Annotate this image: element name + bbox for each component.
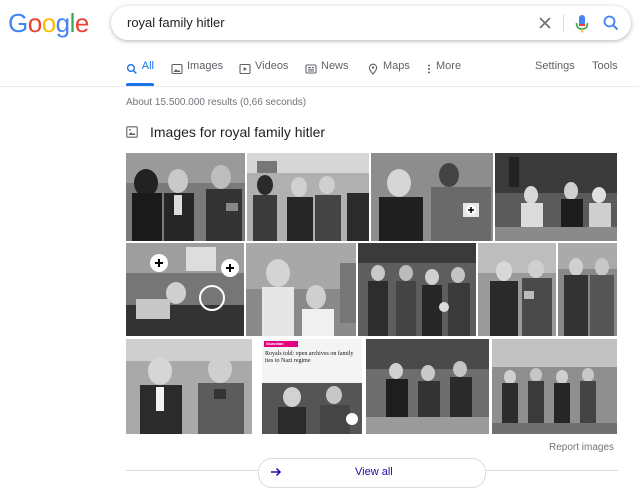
tab-more[interactable]: More xyxy=(426,60,461,86)
tab-label: More xyxy=(436,60,462,72)
tools-label: Tools xyxy=(592,60,618,72)
map-pin-icon xyxy=(368,63,378,75)
arrow-right-icon xyxy=(271,467,282,477)
image-result[interactable] xyxy=(126,339,252,434)
logo-letter: g xyxy=(55,8,70,38)
image-result[interactable] xyxy=(358,243,476,336)
clear-icon[interactable] xyxy=(535,13,555,33)
tools-link[interactable]: Tools xyxy=(592,60,618,86)
news-icon xyxy=(305,64,317,74)
image-result[interactable] xyxy=(492,339,617,434)
google-logo[interactable]: Google xyxy=(8,8,89,39)
image-result-guardian[interactable]: Guardian Royals told: open archives on f… xyxy=(262,339,362,434)
result-stats: About 15.500.000 results (0,66 seconds) xyxy=(126,97,307,108)
view-all-label: View all xyxy=(355,466,393,478)
search-divider xyxy=(563,14,564,32)
logo-letter: G xyxy=(8,8,28,38)
tab-images[interactable]: Images xyxy=(171,60,223,86)
image-icon xyxy=(171,63,183,75)
guardian-headline: Royals told: open archives on family tie… xyxy=(265,351,354,364)
tab-label: Videos xyxy=(255,60,289,72)
settings-label: Settings xyxy=(535,60,575,72)
images-section-title: Images for royal family hitler xyxy=(150,124,326,140)
image-result[interactable] xyxy=(246,243,356,336)
search-input[interactable]: royal family hitler xyxy=(127,15,225,30)
logo-letter: o xyxy=(27,8,42,38)
guardian-tag: Guardian xyxy=(266,341,284,346)
image-result[interactable] xyxy=(126,153,245,241)
view-all-button[interactable]: View all xyxy=(258,458,486,488)
microphone-icon[interactable] xyxy=(573,12,591,34)
settings-link[interactable]: Settings xyxy=(535,60,575,86)
images-section-header[interactable]: Images for royal family hitler xyxy=(126,124,325,140)
image-result[interactable] xyxy=(371,153,493,241)
search-icon[interactable] xyxy=(601,12,621,34)
tab-label: News xyxy=(321,60,349,72)
tab-all[interactable]: All xyxy=(126,60,154,86)
search-icon xyxy=(126,63,137,74)
image-icon xyxy=(126,126,138,138)
image-result[interactable] xyxy=(366,339,489,434)
search-tabs: All Images Videos News Maps More Setting… xyxy=(0,60,639,86)
tab-news[interactable]: News xyxy=(305,60,349,86)
tabs-divider xyxy=(0,86,639,87)
tab-videos[interactable]: Videos xyxy=(239,60,288,86)
play-icon xyxy=(239,63,251,75)
tab-label: Maps xyxy=(383,60,410,72)
image-result[interactable] xyxy=(247,153,369,241)
logo-letter: e xyxy=(74,8,89,38)
report-images-link[interactable]: Report images xyxy=(549,442,614,453)
tab-maps[interactable]: Maps xyxy=(367,60,410,86)
tab-label: All xyxy=(141,60,154,72)
more-vert-icon xyxy=(428,64,430,74)
search-box[interactable]: royal family hitler xyxy=(111,6,631,40)
tab-label: Images xyxy=(187,60,224,72)
image-result[interactable] xyxy=(126,243,244,336)
image-result[interactable] xyxy=(478,243,556,336)
image-result[interactable] xyxy=(558,243,617,336)
logo-letter: o xyxy=(41,8,56,38)
image-result[interactable] xyxy=(495,153,617,241)
